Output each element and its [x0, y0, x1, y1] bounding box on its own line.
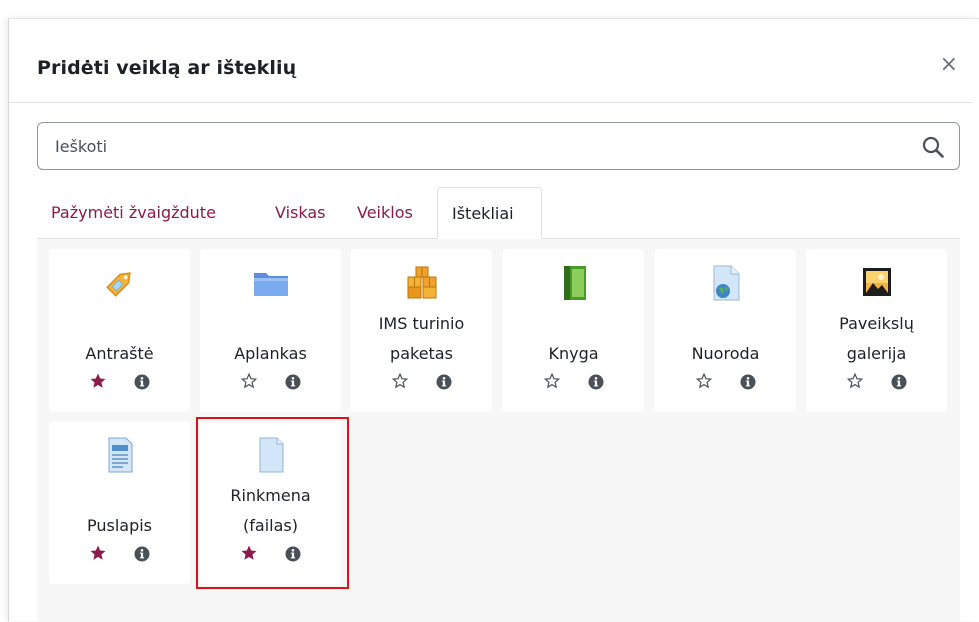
search-input[interactable] [38, 123, 898, 169]
item-label: Nuoroda [691, 344, 760, 363]
info-icon[interactable] [134, 546, 150, 562]
item-card-url[interactable]: Nuoroda [655, 249, 796, 412]
star-filled-icon[interactable] [89, 544, 107, 562]
resources-panel: Antraštė Aplankas IMS turinio paketas Kn… [37, 238, 960, 622]
item-card-image-gallery[interactable]: Paveikslų galerija [806, 249, 947, 412]
add-activity-resource-modal: Pridėti veiklą ar išteklių × Pažymėti žv… [8, 18, 979, 622]
tab-activities[interactable]: Veiklos [343, 187, 427, 239]
star-filled-icon[interactable] [240, 544, 258, 562]
info-icon[interactable] [588, 374, 604, 390]
search-icon[interactable] [921, 135, 945, 159]
info-icon[interactable] [740, 374, 756, 390]
item-card-book[interactable]: Knyga [503, 249, 644, 412]
image-gallery-icon [862, 268, 891, 296]
search-box [37, 122, 960, 170]
tab-resources[interactable]: Ištekliai [437, 187, 542, 239]
close-button[interactable]: × [940, 53, 958, 77]
star-outline-icon[interactable] [391, 372, 409, 390]
item-label: Knyga [548, 344, 599, 363]
item-card-label[interactable]: Antraštė [49, 249, 190, 412]
item-card-folder[interactable]: Aplankas [200, 249, 341, 412]
modal-header: Pridėti veiklą ar išteklių × [9, 19, 972, 103]
star-outline-icon[interactable] [543, 372, 561, 390]
item-label-line-1: IMS turinio [378, 314, 465, 333]
folder-icon [253, 273, 288, 296]
info-icon[interactable] [134, 374, 150, 390]
item-label: Puslapis [86, 516, 153, 535]
item-label-line-2: (failas) [243, 516, 298, 535]
info-icon[interactable] [891, 374, 907, 390]
tab-all[interactable]: Viskas [261, 187, 340, 239]
item-label-line-2: paketas [390, 344, 453, 363]
page-document-icon [108, 437, 132, 473]
book-icon [563, 266, 586, 300]
tab-starred[interactable]: Pažymėti žvaigždute [37, 187, 230, 239]
item-label-line-1: Paveikslų [839, 314, 914, 333]
modal-title: Pridėti veiklą ar išteklių [37, 57, 297, 79]
info-icon[interactable] [285, 546, 301, 562]
item-label-line-2: galerija [846, 344, 907, 363]
tag-label-icon [105, 272, 131, 297]
file-document-icon [259, 437, 283, 473]
star-filled-icon[interactable] [89, 372, 107, 390]
item-card-page[interactable]: Puslapis [49, 421, 190, 584]
item-label: Aplankas [234, 344, 307, 363]
item-label-line-1: Rinkmena [230, 486, 311, 505]
url-globe-document-icon [713, 265, 739, 301]
star-outline-icon[interactable] [846, 372, 864, 390]
star-outline-icon[interactable] [240, 372, 258, 390]
info-icon[interactable] [436, 374, 452, 390]
star-outline-icon[interactable] [695, 372, 713, 390]
item-label: Antraštė [85, 344, 154, 363]
item-card-ims-package[interactable]: IMS turinio paketas [351, 249, 492, 412]
package-boxes-icon [407, 266, 436, 299]
item-card-file[interactable]: Rinkmena (failas) [200, 421, 341, 584]
info-icon[interactable] [285, 374, 301, 390]
tab-bar: Pažymėti žvaigždute Viskas Veiklos Ištek… [37, 187, 960, 239]
